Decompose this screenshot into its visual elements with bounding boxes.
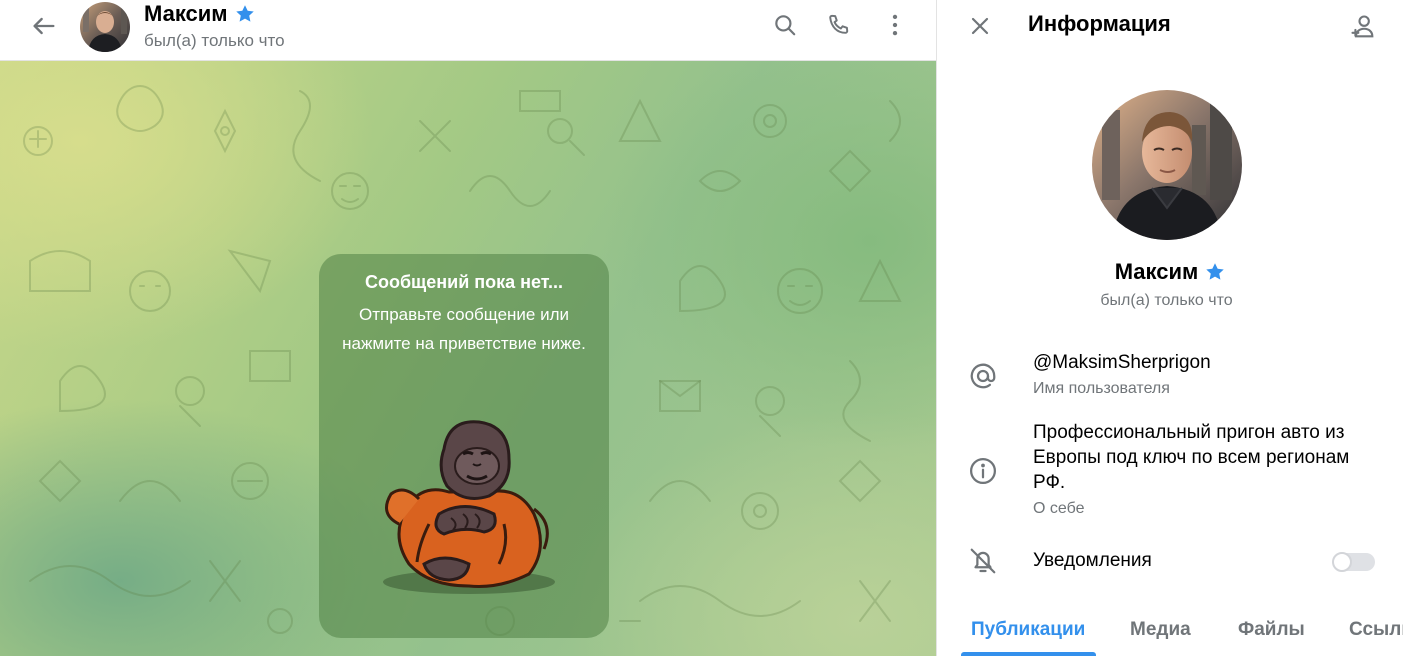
username-value: @MaksimSherprigon [1033,352,1211,373]
bio-label: О себе [1033,500,1085,517]
chat-header: Максим был(а) только что [0,0,936,61]
profile-name: Максим [937,259,1403,285]
username-row[interactable]: @MaksimSherprigon Имя пользователя [937,340,1403,406]
back-button[interactable] [26,8,62,44]
empty-chat-text: Отправьте сообщение или нажмите на приве… [342,305,586,353]
tab-publications[interactable]: Публикации [971,619,1085,641]
chat-title[interactable]: Максим [144,1,256,27]
star-badge-icon [1206,263,1225,280]
search-button[interactable] [768,8,802,42]
arrow-left-icon [33,17,55,35]
orangutan-sticker-icon [383,420,555,594]
profile-info-panel: Информация Максим был(а) только что @Mak… [936,0,1403,656]
empty-chat-card: Сообщений пока нет... Отправьте сообщени… [319,254,609,638]
empty-chat-title: Сообщений пока нет... [364,272,564,292]
tab-media[interactable]: Медиа [1130,619,1191,641]
toggle-knob [1332,552,1352,572]
chat-background: Сообщений пока нет... Отправьте сообщени… [0,61,936,656]
at-sign-icon [967,360,999,392]
tab-files[interactable]: Файлы [1238,619,1305,641]
telegram-window: Максим был(а) только что Сообщений пока … [0,0,1403,656]
profile-name-text: Максим [1114,259,1199,284]
more-vertical-icon [892,14,898,36]
add-contact-button[interactable] [1345,9,1381,45]
username-label: Имя пользователя [1033,380,1170,397]
profile-avatar[interactable] [1092,90,1242,240]
bell-off-icon [967,545,999,577]
chat-area: Максим был(а) только что Сообщений пока … [0,0,936,656]
chat-status: был(а) только что [144,31,285,50]
close-button[interactable] [963,9,997,43]
profile-status: был(а) только что [1100,292,1233,309]
chat-title-text: Максим [144,1,228,26]
bio-value: Профессиональный пригон авто из Европы п… [1033,422,1350,493]
phone-icon [829,14,849,34]
close-icon [971,17,989,35]
avatar[interactable] [80,2,130,52]
call-button[interactable] [822,8,856,42]
notifications-label: Уведомления [1033,550,1152,571]
more-button[interactable] [878,8,912,42]
tab-links[interactable]: Ссылки [1349,619,1403,641]
media-tabs: Публикации Медиа Файлы Ссылки [937,606,1403,656]
notifications-toggle[interactable] [1332,552,1375,572]
active-tab-indicator [961,652,1096,656]
search-icon [775,15,796,36]
star-badge-icon [235,5,254,22]
panel-title: Информация [1028,11,1171,36]
add-user-icon [1351,15,1374,38]
info-circle-icon [967,455,999,487]
greeting-sticker[interactable] [369,414,559,599]
